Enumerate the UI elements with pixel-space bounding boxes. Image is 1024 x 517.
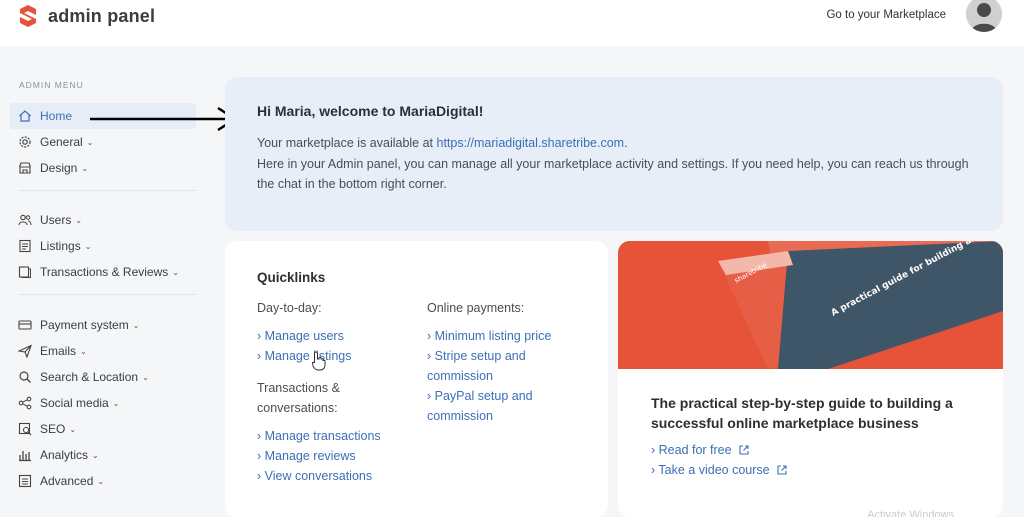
- sidebar-item-search-location[interactable]: Search & Location ⌄: [10, 364, 196, 390]
- read-for-free-label: › Read for free: [651, 443, 732, 457]
- minimum-listing-price-link[interactable]: › Minimum listing price: [427, 326, 577, 346]
- guide-title: The practical step-by-step guide to buil…: [651, 395, 953, 431]
- chevron-down-icon: ⌄: [86, 137, 94, 147]
- admin-menu-heading: ADMIN MENU: [19, 80, 84, 90]
- sidebar-item-label: Users: [40, 213, 72, 227]
- sidebar-item-design[interactable]: Design ⌄: [10, 155, 196, 181]
- app-title: admin panel: [48, 5, 156, 26]
- chevron-down-icon: ⌄: [172, 267, 179, 277]
- go-to-marketplace-link[interactable]: Go to your Marketplace: [826, 9, 946, 21]
- paypal-setup-link[interactable]: › PayPal setup and commission: [427, 386, 547, 426]
- home-icon: [19, 110, 31, 122]
- quicklinks-right-column: Online payments: › Minimum listing price…: [427, 298, 577, 426]
- marketplace-url-link[interactable]: https://mariadigital.sharetribe.com: [437, 136, 625, 150]
- gear-icon: [19, 136, 31, 148]
- sidebar-item-transactions-reviews[interactable]: Transactions & Reviews ⌄: [10, 259, 196, 285]
- sidebar-item-listings[interactable]: Listings ⌄: [10, 233, 196, 259]
- send-icon: [18, 344, 32, 358]
- chevron-down-icon: ⌄: [92, 450, 99, 460]
- sidebar-item-label: Design: [40, 161, 78, 175]
- sidebar-item-label: Social media: [40, 396, 109, 410]
- sharetribe-logo-icon: [20, 5, 36, 27]
- sidebar-item-label: General: [40, 135, 83, 149]
- read-for-free-link[interactable]: › Read for free: [651, 443, 749, 457]
- external-link-icon: [777, 465, 787, 475]
- users-icon: [18, 214, 32, 226]
- sidebar-item-payment-system[interactable]: Payment system ⌄: [10, 312, 196, 338]
- manage-reviews-link[interactable]: › Manage reviews: [257, 446, 427, 466]
- sidebar-item-label: Advanced: [40, 474, 94, 488]
- sidebar-item-social-media[interactable]: Social media ⌄: [10, 390, 196, 416]
- stripe-setup-link[interactable]: › Stripe setup and commission: [427, 346, 547, 386]
- external-link-icon: [739, 445, 749, 455]
- sidebar-item-label: Analytics: [40, 448, 89, 462]
- advanced-icon: [18, 474, 32, 488]
- sidebar-item-label: SEO: [40, 422, 66, 436]
- sidebar-divider: [18, 294, 196, 295]
- online-payments-label: Online payments:: [427, 301, 525, 315]
- welcome-text: Your marketplace is available at https:/…: [257, 133, 971, 195]
- sidebar-item-analytics[interactable]: Analytics ⌄: [10, 442, 196, 468]
- manage-transactions-link[interactable]: › Manage transactions: [257, 426, 427, 446]
- welcome-line2: Here in your Admin panel, you can manage…: [257, 156, 969, 192]
- manage-users-link[interactable]: › Manage users: [257, 326, 427, 346]
- listings-icon: [19, 239, 31, 253]
- chevron-down-icon: ⌄: [112, 398, 120, 408]
- video-course-label: › Take a video course: [651, 463, 770, 477]
- payment-icon: [18, 320, 32, 330]
- chevron-down-icon: ⌄: [80, 346, 87, 356]
- sidebar-item-label: Emails: [40, 344, 77, 358]
- sidebar-item-label: Transactions & Reviews: [40, 265, 169, 279]
- chevron-down-icon: ⌄: [75, 215, 83, 225]
- sidebar-divider: [18, 190, 196, 191]
- user-avatar-icon: [966, 0, 1002, 32]
- top-header: admin panel Go to your Marketplace: [0, 0, 1024, 46]
- chevron-down-icon: ⌄: [132, 320, 140, 330]
- share-icon: [18, 396, 32, 410]
- sidebar-item-users[interactable]: Users ⌄: [10, 207, 196, 233]
- sidebar-item-label: Payment system: [40, 318, 129, 332]
- chevron-down-icon: ⌄: [142, 372, 149, 382]
- chevron-down-icon: ⌄: [84, 241, 92, 251]
- chevron-down-icon: ⌄: [81, 163, 89, 173]
- manage-listings-link[interactable]: › Manage listings: [257, 346, 427, 366]
- os-watermark: Activate Windows: [867, 509, 954, 517]
- quicklinks-title: Quicklinks: [257, 270, 326, 285]
- chevron-down-icon: ⌄: [69, 424, 77, 434]
- quicklinks-left-column: Day-to-day: › Manage users › Manage list…: [257, 298, 427, 486]
- avatar[interactable]: [966, 0, 1002, 32]
- sidebar-item-advanced[interactable]: Advanced ⌄: [10, 468, 196, 494]
- transactions-icon: [18, 266, 31, 278]
- guide-book-image: sharetribe A practical guide for buildin…: [618, 241, 1003, 369]
- analytics-icon: [19, 451, 31, 462]
- sidebar-item-label: Listings: [40, 239, 81, 253]
- sidebar-item-seo[interactable]: SEO ⌄: [10, 416, 196, 442]
- day-to-day-label: Day-to-day:: [257, 301, 322, 315]
- welcome-line1-prefix: Your marketplace is available at: [257, 136, 437, 150]
- store-icon: [18, 162, 32, 174]
- transactions-conversations-label: Transactions & conversations:: [257, 381, 340, 415]
- app-logo[interactable]: admin panel: [18, 5, 155, 27]
- welcome-line1-suffix: .: [624, 136, 628, 150]
- welcome-card: Hi Maria, welcome to MariaDigital! Your …: [225, 77, 1003, 231]
- seo-icon: [18, 422, 32, 436]
- chevron-down-icon: ⌄: [97, 476, 105, 486]
- sidebar-item-emails[interactable]: Emails ⌄: [10, 338, 196, 364]
- guide-card: sharetribe A practical guide for buildin…: [618, 241, 1003, 517]
- sidebar-item-label: Search & Location: [40, 370, 139, 384]
- view-conversations-link[interactable]: › View conversations: [257, 466, 427, 486]
- book-illustration-icon: sharetribe A practical guide for buildin…: [618, 241, 1003, 369]
- search-icon: [19, 371, 31, 383]
- video-course-link[interactable]: › Take a video course: [651, 463, 787, 477]
- welcome-title: Hi Maria, welcome to MariaDigital!: [257, 103, 484, 119]
- quicklinks-card: Quicklinks Day-to-day: › Manage users › …: [225, 241, 608, 517]
- hand-cursor-icon: [312, 351, 326, 371]
- annotation-arrow-icon: [90, 106, 238, 132]
- sidebar-item-label: Home: [40, 109, 73, 123]
